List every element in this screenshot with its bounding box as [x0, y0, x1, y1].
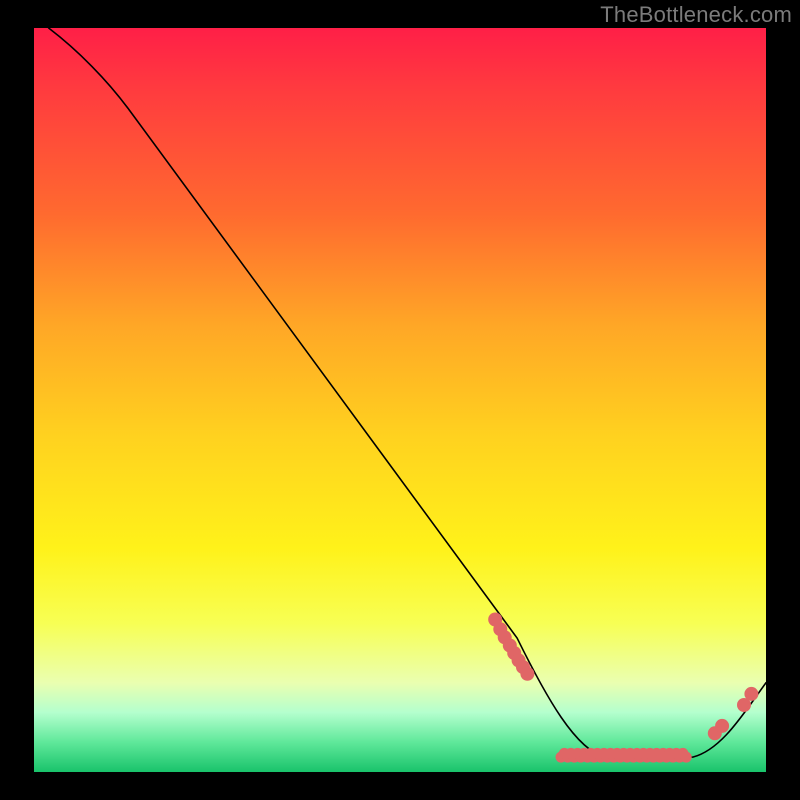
- data-point: [744, 687, 758, 701]
- bottleneck-curve: [49, 28, 766, 757]
- chart-svg: [34, 28, 766, 772]
- data-point: [520, 667, 534, 681]
- curve-markers: [488, 613, 758, 763]
- data-point: [715, 719, 729, 733]
- watermark-text: TheBottleneck.com: [600, 2, 792, 28]
- plot-area: [34, 28, 766, 772]
- chart-frame: TheBottleneck.com: [0, 0, 800, 800]
- data-point: [677, 748, 688, 759]
